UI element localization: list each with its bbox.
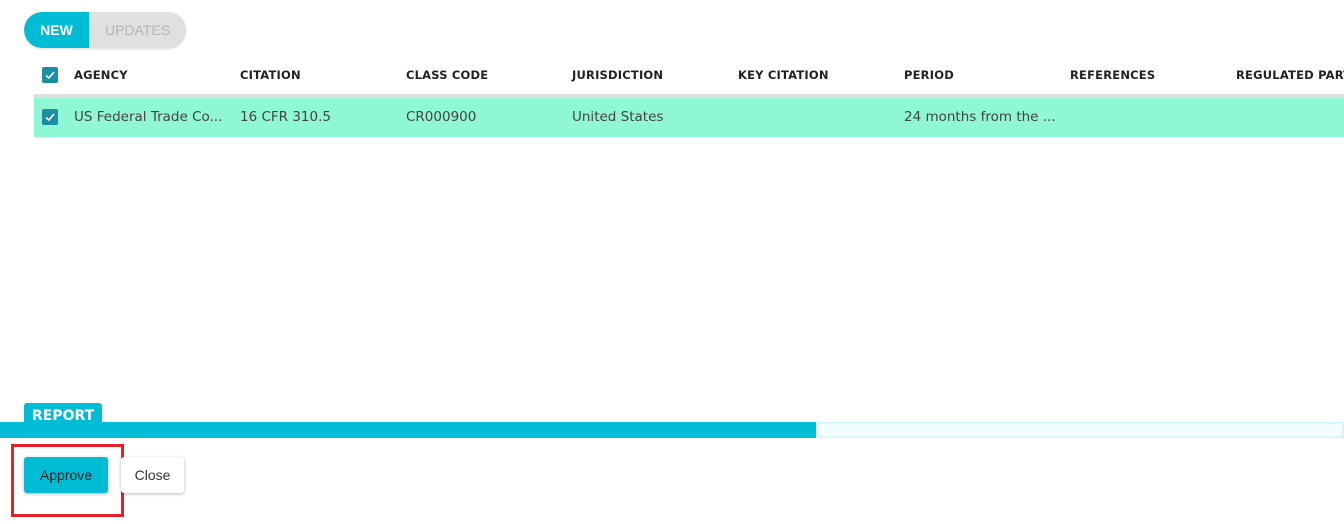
progress-fill <box>0 422 816 438</box>
column-header-citation[interactable]: CITATION <box>240 60 301 90</box>
table-row[interactable]: US Federal Trade Co... 16 CFR 310.5 CR00… <box>34 98 1344 137</box>
cell-jurisdiction: United States <box>572 109 664 125</box>
cell-period: 24 months from the ... <box>904 109 1056 125</box>
tab-updates[interactable]: UPDATES <box>89 12 186 48</box>
column-header-key-citation[interactable]: KEY CITATION <box>738 60 829 90</box>
column-header-references[interactable]: REFERENCES <box>1070 60 1155 90</box>
cell-citation: 16 CFR 310.5 <box>240 109 331 125</box>
check-icon <box>45 113 55 122</box>
tab-new[interactable]: NEW <box>24 12 89 48</box>
column-header-period[interactable]: PERIOD <box>904 60 954 90</box>
cell-agency: US Federal Trade Co... <box>74 109 223 125</box>
check-icon <box>45 71 55 80</box>
column-header-regulated-party[interactable]: REGULATED PARTY <box>1236 60 1344 90</box>
approve-button[interactable]: Approve <box>24 457 108 493</box>
select-all-checkbox[interactable] <box>42 67 58 83</box>
cell-class-code: CR000900 <box>406 109 477 125</box>
row-checkbox[interactable] <box>42 109 58 125</box>
table-header: AGENCY CITATION CLASS CODE JURISDICTION … <box>34 60 1344 98</box>
report-progress-bar <box>0 422 1344 438</box>
new-updates-toggle: NEW UPDATES <box>24 12 186 48</box>
column-header-jurisdiction[interactable]: JURISDICTION <box>572 60 663 90</box>
column-header-agency[interactable]: AGENCY <box>74 60 128 90</box>
close-button[interactable]: Close <box>121 457 184 493</box>
column-header-class-code[interactable]: CLASS CODE <box>406 60 488 90</box>
